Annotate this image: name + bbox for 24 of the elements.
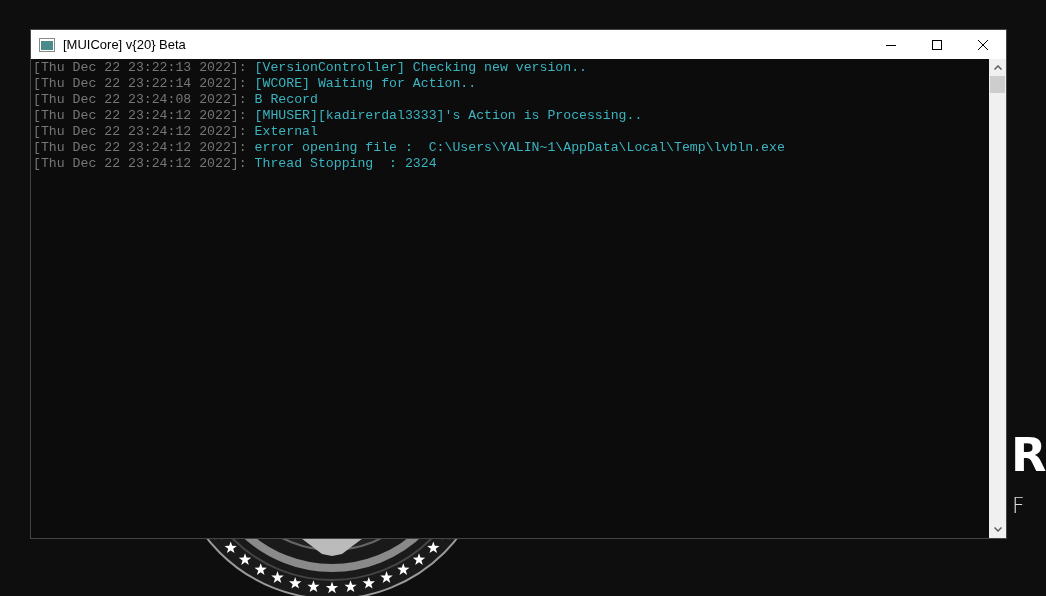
log-timestamp: [Thu Dec 22 23:22:14 2022]: — [33, 76, 247, 92]
tagline-text: F — [1012, 495, 1025, 517]
log-message: External — [254, 124, 318, 140]
log-message: Thread Stopping : 2324 — [254, 156, 437, 172]
logo-text: R — [1011, 432, 1046, 478]
log-message: [VersionController] Checking new version.. — [254, 60, 587, 76]
log-timestamp: [Thu Dec 22 23:24:12 2022]: — [33, 156, 247, 172]
window-title: [MUICore] v{20} Beta — [63, 37, 186, 52]
close-icon — [978, 39, 988, 50]
log-message: [WCORE] Waiting for Action.. — [254, 76, 477, 92]
console-icon — [39, 37, 55, 52]
scrollbar-thumb[interactable] — [990, 76, 1005, 93]
log-message: error opening file : C:\Users\YALIN~1\AppData\Local\Temp\lvbln.exe — [254, 140, 785, 156]
log-message: [MHUSER][kadirerdal3333]'s Action is Processing.. — [254, 108, 643, 124]
log-timestamp: [Thu Dec 22 23:22:13 2022]: — [33, 60, 247, 76]
log-timestamp: [Thu Dec 22 23:24:12 2022]: — [33, 140, 247, 156]
scroll-down-icon[interactable] — [993, 527, 1002, 532]
maximize-icon — [932, 39, 942, 50]
scroll-up-icon[interactable] — [993, 65, 1002, 70]
log-timestamp: [Thu Dec 22 23:24:12 2022]: — [33, 124, 247, 140]
log-timestamp: [Thu Dec 22 23:24:12 2022]: — [33, 108, 247, 124]
log-timestamp: [Thu Dec 22 23:24:08 2022]: — [33, 92, 247, 108]
scrollbar[interactable] — [989, 59, 1006, 538]
log-message: B Record — [254, 92, 318, 108]
